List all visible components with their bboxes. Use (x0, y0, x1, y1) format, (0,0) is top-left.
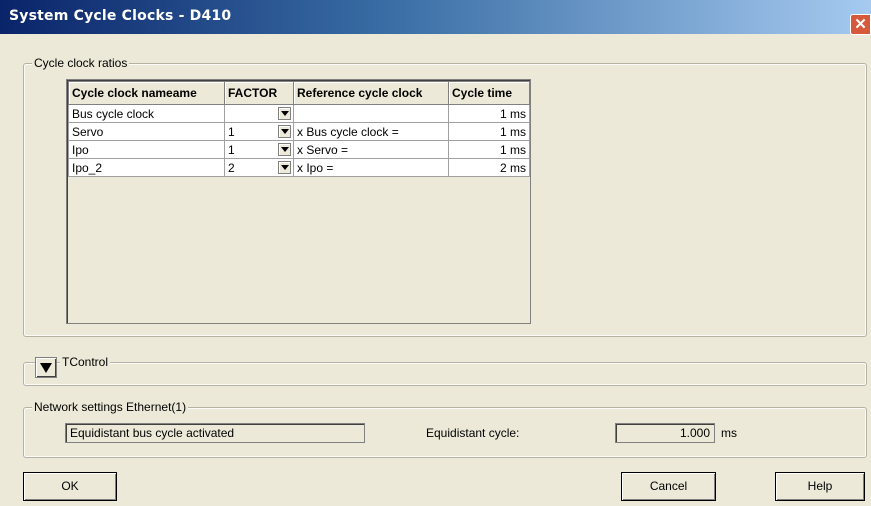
column-header-reference[interactable]: Reference cycle clock (293, 81, 449, 105)
ok-button[interactable]: OK (23, 472, 117, 501)
expand-tcontrol-button[interactable] (35, 357, 57, 378)
table-row: Ipo_2 2 x Ipo = 2 ms (68, 158, 530, 177)
chevron-down-icon[interactable] (278, 107, 291, 120)
equidistant-cycle-value: 1.000 (679, 426, 710, 440)
system-cycle-clocks-dialog: System Cycle Clocks - D410 ✕ Cycle clock… (0, 0, 871, 506)
cell-reference: x Bus cycle clock = (293, 122, 449, 141)
close-icon[interactable]: ✕ (850, 14, 871, 35)
equidistant-cycle-field: 1.000 (615, 423, 715, 443)
factor-dropdown[interactable]: 1 (224, 140, 294, 159)
cell-reference: x Servo = (293, 140, 449, 159)
chevron-down-icon[interactable] (278, 161, 291, 174)
cycle-clock-table-panel[interactable]: Cycle clock nameame FACTOR Reference cyc… (66, 79, 531, 324)
column-header-factor[interactable]: FACTOR (224, 81, 294, 105)
factor-value: 1 (228, 143, 235, 157)
network-settings-legend: Network settings Ethernet(1) (32, 400, 189, 414)
table-header-row: Cycle clock nameame FACTOR Reference cyc… (68, 81, 530, 105)
factor-value: 1 (228, 125, 235, 139)
column-header-name[interactable]: Cycle clock nameame (68, 81, 225, 105)
factor-value: 2 (228, 161, 235, 175)
cell-name: Bus cycle clock (68, 104, 225, 123)
equidistant-status-field: Equidistant bus cycle activated (65, 423, 365, 443)
cell-cycle-time: 1 ms (448, 104, 530, 123)
tcontrol-label: TControl (60, 355, 111, 369)
table-row: Bus cycle clock 1 ms (68, 104, 530, 123)
cell-cycle-time: 1 ms (448, 122, 530, 141)
equidistant-cycle-label: Equidistant cycle: (426, 426, 520, 440)
cell-name: Servo (68, 122, 225, 141)
table-row: Ipo 1 x Servo = 1 ms (68, 140, 530, 159)
cell-reference: x Ipo = (293, 158, 449, 177)
equidistant-status-text: Equidistant bus cycle activated (70, 426, 235, 440)
cell-name: Ipo_2 (68, 158, 225, 177)
window-title: System Cycle Clocks - D410 (9, 8, 232, 24)
cycle-clock-ratios-legend: Cycle clock ratios (32, 56, 130, 70)
chevron-down-icon (40, 362, 52, 373)
cell-cycle-time: 1 ms (448, 140, 530, 159)
tcontrol-group (23, 362, 867, 386)
title-bar[interactable]: System Cycle Clocks - D410 ✕ (0, 0, 871, 35)
cycle-clock-table: Cycle clock nameame FACTOR Reference cyc… (68, 81, 530, 177)
column-header-cycle-time[interactable]: Cycle time (448, 81, 530, 105)
chevron-down-icon[interactable] (278, 125, 291, 138)
cell-reference (293, 104, 449, 123)
table-row: Servo 1 x Bus cycle clock = 1 ms (68, 122, 530, 141)
cancel-button[interactable]: Cancel (621, 472, 716, 501)
factor-dropdown[interactable] (224, 104, 294, 123)
equidistant-cycle-unit: ms (721, 426, 737, 440)
help-button[interactable]: Help (775, 472, 865, 501)
factor-dropdown[interactable]: 1 (224, 122, 294, 141)
chevron-down-icon[interactable] (278, 143, 291, 156)
cell-name: Ipo (68, 140, 225, 159)
cell-cycle-time: 2 ms (448, 158, 530, 177)
factor-dropdown[interactable]: 2 (224, 158, 294, 177)
